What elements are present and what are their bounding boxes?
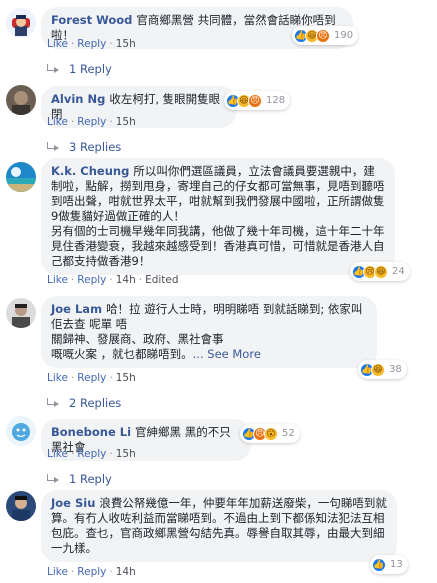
comment-actions: Like · Reply · 15h [47,372,136,384]
comment-actions: Like · Reply · 14h · Edited [47,274,179,286]
reaction-count: 52 [282,428,295,439]
reply-link[interactable]: Reply [77,38,106,50]
reply-link[interactable]: Reply [77,566,106,578]
reaction-summary[interactable]: 👍 😆 😠 190 [292,26,359,45]
reply-arrow-icon [47,64,59,74]
replies-label: 1 Reply [69,472,112,486]
reaction-count: 38 [389,364,402,375]
avatar[interactable] [6,85,36,115]
reply-arrow-icon [47,142,59,152]
reaction-count: 128 [266,95,286,106]
view-replies-link[interactable]: 3 Replies [47,140,121,154]
like-link[interactable]: Like [47,116,68,128]
avatar[interactable] [6,162,36,192]
view-replies-link[interactable]: 2 Replies [47,396,121,410]
avatar[interactable] [6,491,36,521]
view-replies-link[interactable]: 1 Reply [47,472,112,486]
reaction-summary[interactable]: 👍 13 [370,555,408,574]
wow-reaction-icon: 😮 [264,426,278,441]
timestamp[interactable]: 15h [116,38,136,50]
reaction-summary[interactable]: 👍 😢 😆 24 [350,262,410,281]
comment-actions: Like · Reply · 15h [47,116,136,128]
avatar[interactable] [6,416,36,446]
reply-link[interactable]: Reply [77,372,106,384]
view-replies-link[interactable]: 1 Reply [47,62,112,76]
reply-link[interactable]: Reply [77,116,106,128]
replies-label: 2 Replies [69,396,122,410]
replies-label: 1 Reply [69,62,112,76]
like-link[interactable]: Like [47,566,68,578]
reply-link[interactable]: Reply [77,448,106,460]
like-link[interactable]: Like [47,372,68,384]
timestamp[interactable]: 15h [116,372,136,384]
edited-label[interactable]: Edited [145,274,178,286]
comment-actions: Like · Reply · 15h [47,38,136,50]
timestamp[interactable]: 14h [116,566,136,578]
reply-arrow-icon [47,398,59,408]
haha-reaction-icon: 😆 [374,264,388,279]
like-link[interactable]: Like [47,274,68,286]
comment-bubble: Joe Siu 浪費公帑幾億一年，仲要年年加薪送廢柴，一句睇唔到就算。有冇人收咗利… [41,490,397,562]
comment-text: 浪費公帑幾億一年，仲要年年加薪送廢柴，一句睇唔到就算。有冇人收咗利益而當睇唔到。… [51,496,387,555]
comment-author[interactable]: Forest Wood [51,13,132,27]
comment-actions: Like · Reply · 15h [47,448,136,460]
timestamp[interactable]: 14h [116,274,136,286]
timestamp[interactable]: 15h [116,448,136,460]
angry-reaction-icon: 😠 [316,28,330,43]
timestamp[interactable]: 15h [116,116,136,128]
reaction-summary[interactable]: 👍 😆 😠 128 [224,91,291,110]
like-reaction-icon: 👍 [372,557,386,572]
like-link[interactable]: Like [47,448,68,460]
comment-bubble: K.k. Cheung 所以叫你們選區議員，立法會議員要選親中，建制啦，點解，撈到… [41,158,395,275]
avatar[interactable] [6,8,36,38]
reaction-count: 13 [390,559,403,570]
avatar[interactable] [6,298,36,328]
comment-author[interactable]: Joe Siu [51,496,95,510]
comment-text: 所以叫你們選區議員，立法會議員要選親中，建制啦，點解，撈到甩身，寄埋自己的仔女都… [51,164,385,268]
comment-author[interactable]: Alvin Ng [51,92,105,106]
haha-reaction-icon: 😆 [371,362,385,377]
comment-bubble: Joe Lam 哈！拉 遊行人士時，明明睇唔 到就話睇到; 依家叫佢去查 呢單 唔… [41,296,377,368]
reply-link[interactable]: Reply [77,274,106,286]
comment-actions: Like · Reply · 14h [47,566,136,578]
comment-author[interactable]: K.k. Cheung [51,164,129,178]
comment-author[interactable]: Bonebone Li [51,425,131,439]
angry-reaction-icon: 😠 [248,93,262,108]
reaction-summary[interactable]: 👍 😆 38 [358,360,407,379]
reply-arrow-icon [47,474,59,484]
comment-author[interactable]: Joe Lam [51,302,102,316]
replies-label: 3 Replies [69,140,122,154]
like-link[interactable]: Like [47,38,68,50]
see-more-link[interactable]: ... See More [193,347,261,361]
reaction-summary[interactable]: 👍 😠 😮 52 [240,424,300,443]
reaction-count: 190 [334,30,354,41]
reaction-count: 24 [392,266,405,277]
